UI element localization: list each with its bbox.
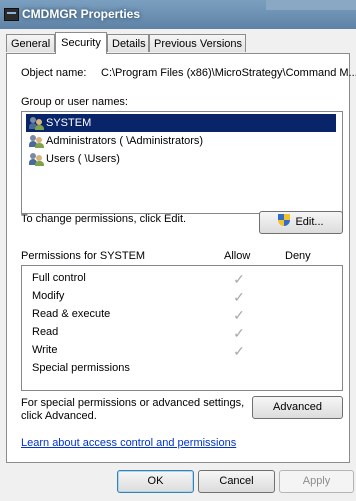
permission-row: Full control ✓: [22, 270, 342, 288]
permission-row: Special permissions: [22, 360, 342, 378]
window-title: CMDMGR Properties: [22, 7, 141, 21]
cancel-button[interactable]: Cancel: [198, 470, 275, 493]
permission-row: Read & execute ✓: [22, 306, 342, 324]
allow-check-icon: ✓: [233, 271, 245, 287]
users-group-icon: [29, 116, 45, 130]
allow-check-icon: ✓: [233, 343, 245, 359]
title-bar[interactable]: CMDMGR Properties: [0, 0, 356, 29]
group-names-label: Group or user names:: [21, 96, 128, 108]
window-icon: [4, 8, 19, 21]
apply-button[interactable]: Apply: [279, 470, 354, 493]
allow-check-icon: ✓: [233, 307, 245, 323]
title-bar-edge: [266, 0, 356, 10]
tab-previous-versions[interactable]: Previous Versions: [149, 34, 246, 52]
permissions-list[interactable]: Full control ✓ Modify ✓ Read & execute ✓…: [21, 265, 343, 391]
object-name-label: Object name:: [21, 67, 87, 79]
special-permissions-text-1: For special permissions or advanced sett…: [21, 397, 245, 409]
user-item-label: SYSTEM: [46, 117, 92, 129]
learn-access-control-link[interactable]: Learn about access control and permissio…: [21, 437, 236, 449]
tab-security[interactable]: Security: [55, 32, 107, 54]
permission-name: Write: [32, 344, 58, 356]
allow-check-icon: ✓: [233, 325, 245, 341]
advanced-button[interactable]: Advanced: [252, 396, 343, 419]
user-item-system[interactable]: SYSTEM: [26, 114, 336, 132]
security-panel: Object name: C:\Program Files (x86)\Micr…: [6, 53, 356, 463]
permission-name: Modify: [32, 290, 65, 302]
properties-window: CMDMGR Properties General Security Detai…: [0, 0, 356, 501]
allow-header: Allow: [224, 250, 251, 262]
permission-name: Read: [32, 326, 59, 338]
edit-button[interactable]: Edit...: [259, 211, 343, 234]
edit-button-label: Edit...: [295, 216, 324, 228]
change-permissions-text: To change permissions, click Edit.: [21, 213, 187, 225]
user-item-users[interactable]: Users ( \Users): [26, 150, 120, 168]
permissions-for-label: Permissions for SYSTEM: [21, 250, 146, 262]
users-group-icon: [29, 152, 45, 166]
tab-details[interactable]: Details: [107, 34, 149, 52]
permission-row: Write ✓: [22, 342, 342, 360]
deny-header: Deny: [285, 250, 311, 262]
permission-row: Modify ✓: [22, 288, 342, 306]
user-item-label: Administrators ( \Administrators): [46, 135, 204, 147]
ok-button[interactable]: OK: [117, 470, 194, 493]
user-item-label: Users ( \Users): [46, 153, 120, 165]
user-list[interactable]: SYSTEM Administrators ( \Administrators)…: [21, 111, 343, 214]
special-permissions-text-2: click Advanced.: [21, 410, 97, 422]
allow-check-icon: ✓: [233, 289, 245, 305]
uac-shield-icon: [278, 214, 291, 227]
object-name-value: C:\Program Files (x86)\MicroStrategy\Com…: [101, 67, 356, 79]
permission-name: Full control: [32, 272, 86, 284]
user-item-administrators[interactable]: Administrators ( \Administrators): [26, 132, 203, 150]
users-group-icon: [29, 134, 45, 148]
permission-name: Special permissions: [32, 362, 130, 374]
permission-name: Read & execute: [32, 308, 111, 320]
tab-general[interactable]: General: [6, 34, 55, 52]
permission-row: Read ✓: [22, 324, 342, 342]
